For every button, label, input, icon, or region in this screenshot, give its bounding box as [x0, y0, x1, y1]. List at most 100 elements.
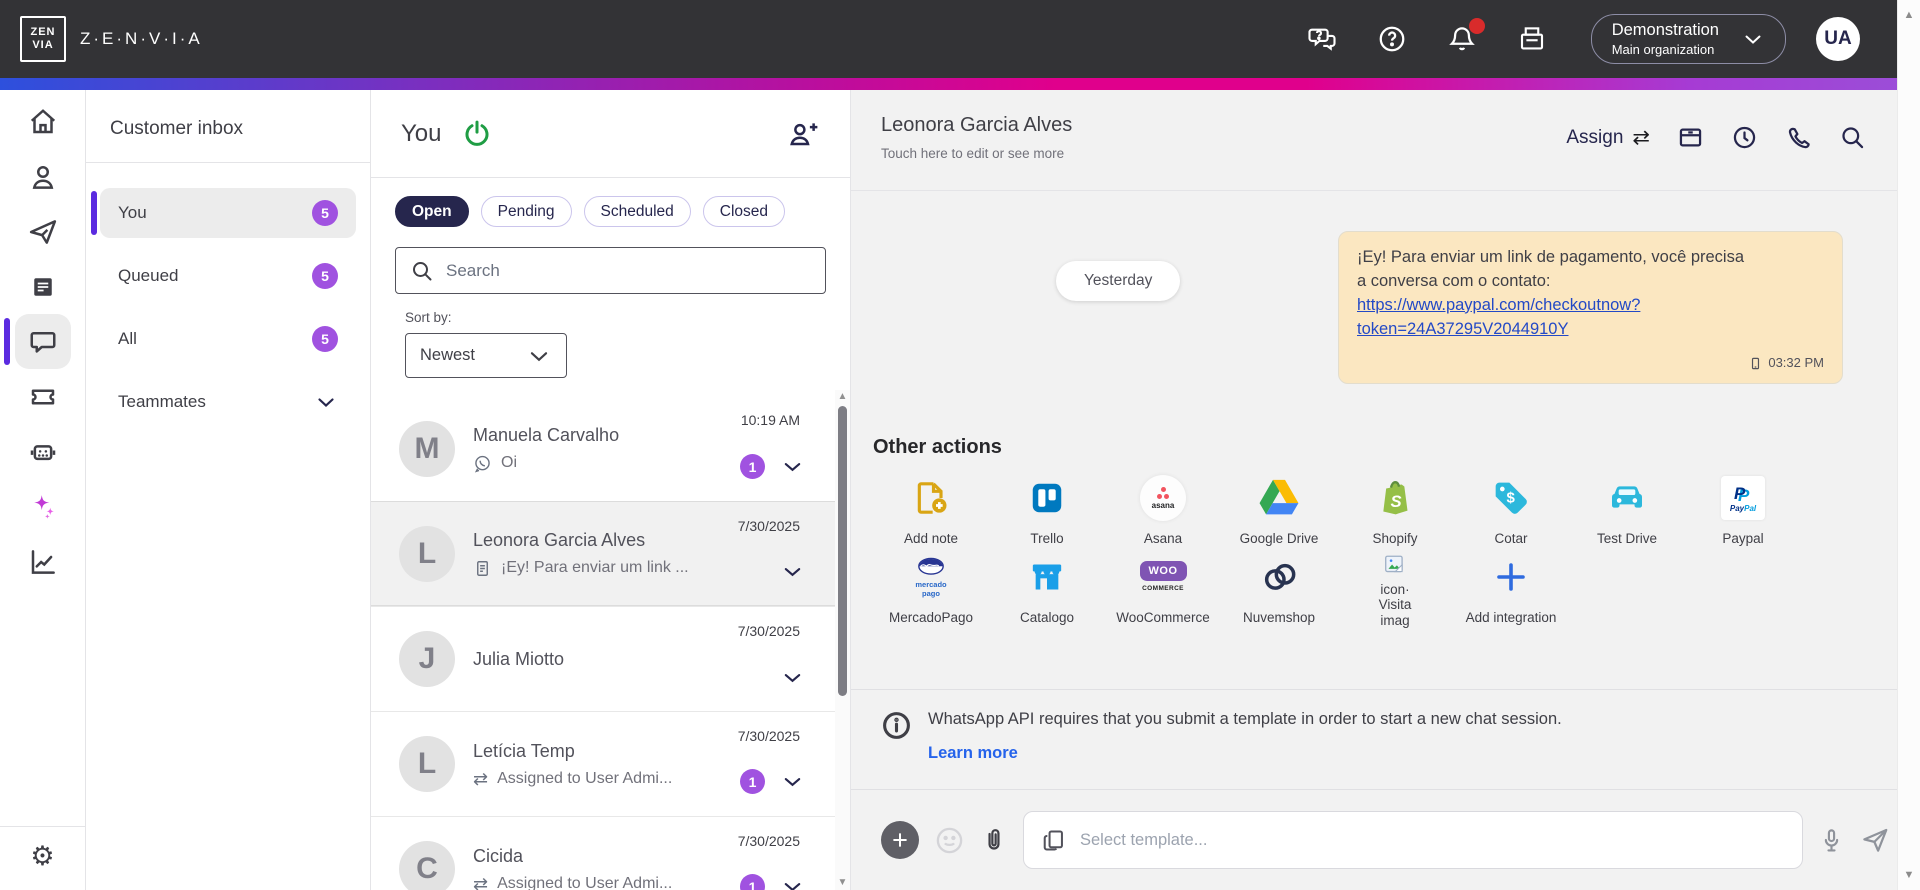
svg-text:S: S — [1390, 492, 1401, 511]
support-chat-icon[interactable] — [1307, 24, 1337, 54]
woocommerce-icon: WOO COMMERCE — [1139, 550, 1187, 604]
action-add-note[interactable]: Add note — [873, 471, 989, 548]
scroll-up-icon[interactable]: ▲ — [838, 390, 848, 404]
organization-icon[interactable] — [1517, 24, 1547, 54]
sort-label: Sort by: — [405, 310, 452, 325]
user-avatar[interactable]: UA — [1816, 17, 1860, 61]
conversation-row-leticia[interactable]: L Letícia Temp ⇄ Assigned to User Admi..… — [371, 711, 850, 816]
message-composer — [851, 790, 1920, 890]
search-icon — [410, 259, 434, 283]
nav-tickets[interactable] — [15, 369, 71, 424]
inbox-filter-teammates[interactable]: Teammates — [100, 377, 356, 427]
action-trello[interactable]: Trello — [989, 471, 1105, 548]
conversation-row-manuela[interactable]: M Manuela Carvalho Oi 10:19 AM 1 — [371, 396, 850, 501]
nav-analytics[interactable] — [15, 534, 71, 589]
tab-scheduled[interactable]: Scheduled — [583, 196, 691, 227]
help-icon[interactable] — [1377, 24, 1407, 54]
conversation-time: 7/30/2025 — [737, 623, 800, 639]
chevron-down-icon — [1741, 27, 1765, 51]
whatsapp-template-notice: WhatsApp API requires that you submit a … — [851, 690, 1920, 790]
sort-dropdown[interactable]: Newest — [405, 333, 567, 378]
inbox-filter-all[interactable]: All 5 — [100, 314, 356, 364]
action-woocommerce[interactable]: WOO COMMERCE WooCommerce — [1105, 550, 1221, 629]
template-input[interactable] — [1080, 830, 1786, 850]
action-shopify[interactable]: S Shopify — [1337, 471, 1453, 548]
chevron-down-icon[interactable] — [781, 455, 804, 478]
action-catalogo[interactable]: Catalogo — [989, 550, 1105, 629]
action-mercadopago[interactable]: mercado pago MercadoPago — [873, 550, 989, 629]
chevron-down-icon[interactable] — [781, 560, 804, 583]
tab-closed[interactable]: Closed — [702, 196, 786, 227]
action-google-drive[interactable]: Google Drive — [1221, 471, 1337, 548]
scroll-up-icon[interactable]: ▲ — [1904, 8, 1915, 22]
other-actions-section: Other actions Add note Trello asana Asan… — [851, 410, 1920, 690]
nav-chats[interactable] — [3, 314, 71, 369]
count-badge: 5 — [312, 326, 338, 352]
tab-open[interactable]: Open — [395, 196, 469, 227]
chevron-down-icon[interactable] — [781, 666, 804, 689]
search-box[interactable] — [395, 247, 826, 294]
chevron-down-icon — [526, 343, 552, 369]
availability-power-icon[interactable] — [462, 119, 492, 149]
archive-icon[interactable] — [1677, 124, 1704, 151]
paperclip-icon[interactable] — [980, 826, 1008, 854]
nav-home[interactable] — [15, 94, 71, 149]
history-clock-icon[interactable] — [1731, 124, 1758, 151]
chevron-down-icon[interactable] — [781, 875, 804, 890]
scroll-down-icon[interactable]: ▼ — [1904, 868, 1915, 882]
payment-link-1[interactable]: https://www.paypal.com/checkoutnow? — [1357, 296, 1640, 314]
inbox-nav-panel: Customer inbox You 5 Queued 5 All 5 Team… — [86, 90, 371, 890]
unread-badge: 1 — [740, 454, 765, 479]
payment-link-2[interactable]: token=24A37295V2044910Y — [1357, 320, 1569, 338]
conversation-row-julia[interactable]: J Julia Miotto 7/30/2025 — [371, 606, 850, 711]
inbox-filter-queued[interactable]: Queued 5 — [100, 251, 356, 301]
avatar: J — [399, 631, 455, 687]
add-attachment-button[interactable] — [881, 821, 919, 859]
organization-switcher[interactable]: Demonstration Main organization — [1590, 14, 1786, 64]
assign-button[interactable]: Assign ⇄ — [1566, 125, 1650, 150]
action-cotar[interactable]: $ Cotar — [1453, 471, 1569, 548]
learn-more-link[interactable]: Learn more — [928, 744, 1562, 763]
notifications-bell-icon[interactable] — [1447, 18, 1485, 54]
person-icon — [28, 162, 58, 192]
message-history[interactable]: ¡Ey! Para enviar um link de pagamento, v… — [851, 190, 1920, 410]
action-nuvemshop[interactable]: Nuvemshop — [1221, 550, 1337, 629]
action-asana[interactable]: asana Asana — [1105, 471, 1221, 548]
emoji-icon[interactable] — [934, 825, 965, 856]
ticket-icon — [28, 382, 58, 412]
search-input[interactable] — [446, 260, 811, 281]
nav-contacts[interactable] — [15, 149, 71, 204]
nav-ai[interactable] — [15, 479, 71, 534]
search-icon[interactable] — [1839, 124, 1866, 151]
storefront-icon — [1027, 550, 1067, 604]
trello-icon — [1028, 471, 1066, 525]
nav-campaigns[interactable] — [15, 204, 71, 259]
action-visita-broken[interactable]: icon· Visita imag — [1337, 550, 1453, 629]
template-select-field[interactable] — [1023, 811, 1803, 869]
nuvemshop-cloud-icon — [1258, 550, 1300, 604]
add-person-icon[interactable] — [786, 119, 820, 149]
action-paypal[interactable]: PP PayPal Paypal — [1685, 471, 1801, 548]
settings-gear-icon[interactable]: ⚙ — [30, 843, 54, 870]
transfer-icon: ⇄ — [1632, 126, 1650, 149]
nav-feed[interactable] — [15, 259, 71, 314]
inbox-filter-you[interactable]: You 5 — [91, 188, 356, 238]
phone-icon[interactable] — [1785, 124, 1812, 151]
tab-pending[interactable]: Pending — [480, 196, 572, 227]
scroll-down-icon[interactable]: ▼ — [838, 876, 848, 890]
conversation-row-leonora[interactable]: L Leonora Garcia Alves ¡Ey! Para enviar … — [371, 501, 850, 606]
scrollbar-thumb[interactable] — [838, 406, 847, 696]
zenvia-logo-icon: ZEN VIA — [20, 16, 66, 62]
action-add-integration[interactable]: Add integration — [1453, 550, 1569, 629]
conversation-row-cicida[interactable]: C Cicida ⇄ Assigned to User Admi... 7/30… — [371, 816, 850, 890]
send-icon[interactable] — [1860, 825, 1890, 855]
status-tabs: Open Pending Scheduled Closed — [371, 178, 850, 235]
microphone-icon[interactable] — [1818, 827, 1845, 854]
chevron-down-icon[interactable] — [781, 770, 804, 793]
page-scrollbar[interactable]: ▲ ▼ — [1897, 0, 1920, 890]
list-scrollbar[interactable]: ▲ ▼ — [835, 390, 850, 890]
nav-bots[interactable] — [15, 424, 71, 479]
action-test-drive[interactable]: Test Drive — [1569, 471, 1685, 548]
chat-header: Leonora Garcia Alves Touch here to edit … — [851, 90, 1920, 190]
message-preview: Assigned to User Admi... — [497, 769, 673, 787]
